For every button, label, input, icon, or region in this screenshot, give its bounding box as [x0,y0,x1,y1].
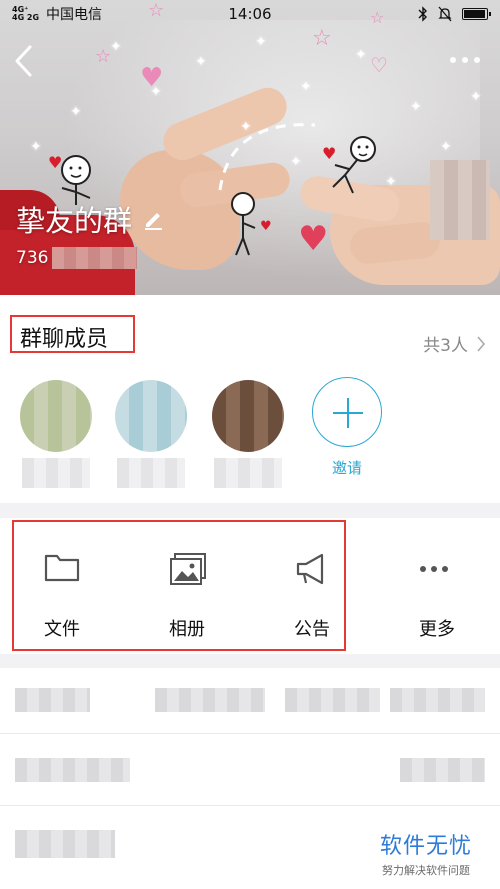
more-label: 更多 [419,619,455,640]
more-options-button[interactable] [450,50,490,70]
watermark-subtitle: 努力解决软件问题 [382,864,470,877]
chevron-left-icon [15,45,32,77]
member-name-blurred [214,458,282,488]
sparkle-icon: ✦ [195,54,207,70]
group-id-row: 736 [16,247,138,269]
blurred-region [430,160,490,240]
star-doodle-icon: ☆ [95,46,112,67]
sparkle-icon: ✦ [300,79,312,95]
actions-section: 文件 相册 公告 更多 [0,518,500,654]
blurred-text [400,758,485,782]
dot-icon [450,57,456,63]
battery-icon [462,8,491,20]
back-button[interactable] [10,42,40,80]
sparkle-icon: ✦ [30,139,42,155]
members-title-highlight: 群聊成员 [10,315,135,353]
blurred-text [15,758,130,782]
member-name-blurred [117,458,185,488]
blurred-text [285,688,380,712]
watermark: 软件无忧 努力解决软件问题 [380,828,472,878]
group-cover-image: ✦ ✦ ✦ ✦ ✦ ✦ ✦ ✦ ✦ ✦ ✦ ✦ ✦ ✦ ♥ ♡ ☆ ☆ ☆ ☆ … [0,0,500,295]
members-count-link[interactable]: 共3人 [423,331,486,356]
member-name-blurred [22,458,90,488]
announcement-label: 公告 [294,619,330,640]
files-label: 文件 [44,619,80,640]
more-dots-icon [420,566,448,572]
avatar [212,380,284,452]
list-item[interactable] [0,734,500,806]
sparkle-icon: ✦ [355,47,367,63]
plus-icon [312,377,382,447]
invite-label: 邀请 [331,459,362,477]
blurred-text [155,688,265,712]
list-item[interactable] [0,668,500,734]
members-section: 群聊成员 共3人 邀请 [0,295,500,503]
status-bar: 4G⁺ 4G 2G 中国电信 14:06 [0,0,500,28]
chevron-right-icon [477,335,486,352]
album-label: 相册 [169,619,205,640]
album-icon [170,553,206,585]
members-title: 群聊成员 [20,327,109,352]
group-id: 736 [16,248,49,268]
mute-bell-icon [438,6,452,22]
members-count: 共3人 [423,336,468,356]
sparkle-icon: ✦ [410,99,422,115]
star-doodle-icon: ☆ [312,26,332,51]
stick-figure-icon [332,136,376,194]
avatar [20,380,92,452]
heart-doodle-icon: ♥ [140,63,164,93]
blurred-text [15,688,90,712]
megaphone-icon [296,553,324,585]
avatar [115,380,187,452]
member-item[interactable] [115,380,195,488]
dot-icon [474,57,480,63]
bluetooth-icon [418,6,427,22]
heart-doodle-icon: ♡ [370,53,388,77]
stick-figure-icon [231,192,256,256]
blurred-text [15,830,115,858]
sparkle-icon: ✦ [440,139,452,155]
member-item[interactable] [212,380,292,488]
sparkle-icon: ✦ [385,174,397,190]
dashed-arc [218,123,316,191]
blurred-text [390,688,485,712]
invite-button[interactable]: 邀请 [312,377,382,478]
folder-icon [44,554,80,582]
group-name: 挚友的群 [16,204,133,238]
announcement-button[interactable]: 公告 [262,518,362,654]
files-button[interactable]: 文件 [12,518,112,654]
more-button[interactable]: 更多 [387,518,487,654]
group-id-blurred [52,247,138,269]
sparkle-icon: ✦ [110,39,122,55]
sparkle-icon: ✦ [70,104,82,120]
dot-icon [462,57,468,63]
member-item[interactable] [20,380,100,488]
gift-heart-icon: ♥ [298,219,329,259]
group-name-row[interactable]: 挚友的群 [16,198,164,240]
album-button[interactable]: 相册 [137,518,237,654]
edit-pencil-icon[interactable] [142,208,164,230]
sparkle-icon: ✦ [255,34,267,50]
watermark-title: 软件无忧 [380,834,473,859]
sparkle-icon: ✦ [470,89,482,105]
